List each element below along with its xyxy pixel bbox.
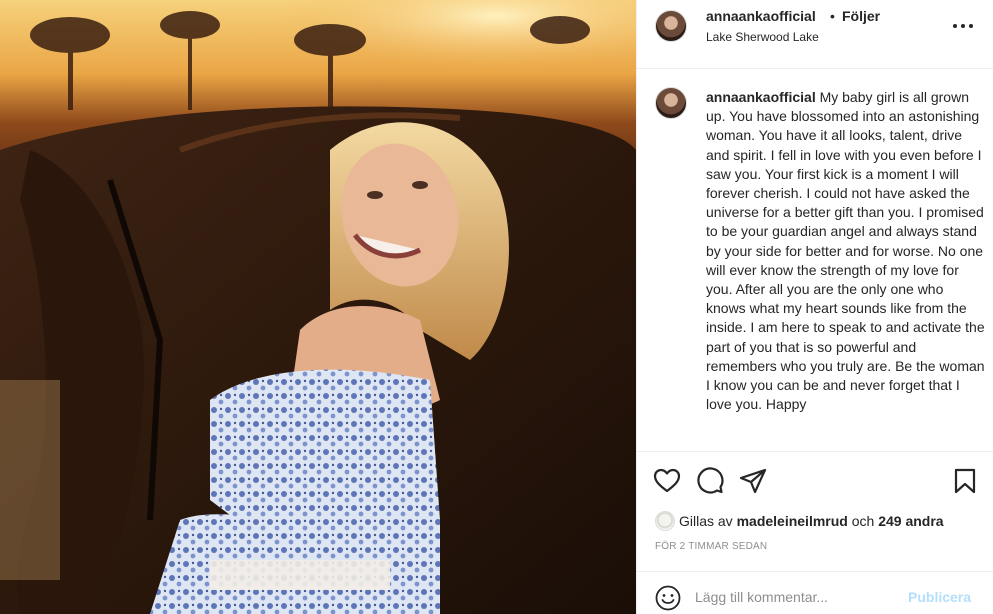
caption-text: My baby girl is all grown up. You have b… <box>706 89 985 413</box>
caption-author-avatar[interactable] <box>655 87 687 119</box>
smiley-icon[interactable] <box>655 585 681 611</box>
liker-avatar[interactable] <box>655 511 675 531</box>
comment-box: Publicera <box>637 571 993 614</box>
caption-scroll-area[interactable]: annaankaofficial My baby girl is all gro… <box>637 70 993 450</box>
post-side-panel: annaankaofficial • Följer Lake Sherwood … <box>636 0 993 614</box>
more-options-icon[interactable] <box>953 16 973 36</box>
post-timestamp[interactable]: FÖR 2 TIMMAR SEDAN <box>655 541 767 552</box>
comment-bubble-icon[interactable] <box>696 467 724 495</box>
post-location[interactable]: Lake Sherwood Lake <box>706 30 819 44</box>
likes-summary: Gillas av madeleineilmrud och 249 andra <box>655 510 944 532</box>
post-caption: annaankaofficial My baby girl is all gro… <box>706 88 986 414</box>
likes-count[interactable]: 249 andra <box>878 513 943 529</box>
post-header: annaankaofficial • Följer Lake Sherwood … <box>637 0 993 69</box>
post-photo-illustration <box>0 0 636 614</box>
separator-dot: • <box>830 8 835 24</box>
publish-button[interactable]: Publicera <box>908 589 971 605</box>
post-photo[interactable] <box>0 0 636 614</box>
likes-prefix: Gillas av <box>679 513 733 529</box>
caption-username[interactable]: annaankaofficial <box>706 89 816 105</box>
comment-input[interactable] <box>695 586 915 608</box>
following-button[interactable]: Följer <box>842 8 880 24</box>
author-username[interactable]: annaankaofficial <box>706 8 816 24</box>
bookmark-icon[interactable] <box>951 467 979 495</box>
author-avatar[interactable] <box>655 10 687 42</box>
heart-icon[interactable] <box>653 467 681 495</box>
liker-username[interactable]: madeleineilmrud <box>737 513 848 529</box>
post-actions: Gillas av madeleineilmrud och 249 andra … <box>637 451 993 571</box>
likes-conjunction: och <box>851 513 875 529</box>
paper-plane-icon[interactable] <box>739 467 767 495</box>
